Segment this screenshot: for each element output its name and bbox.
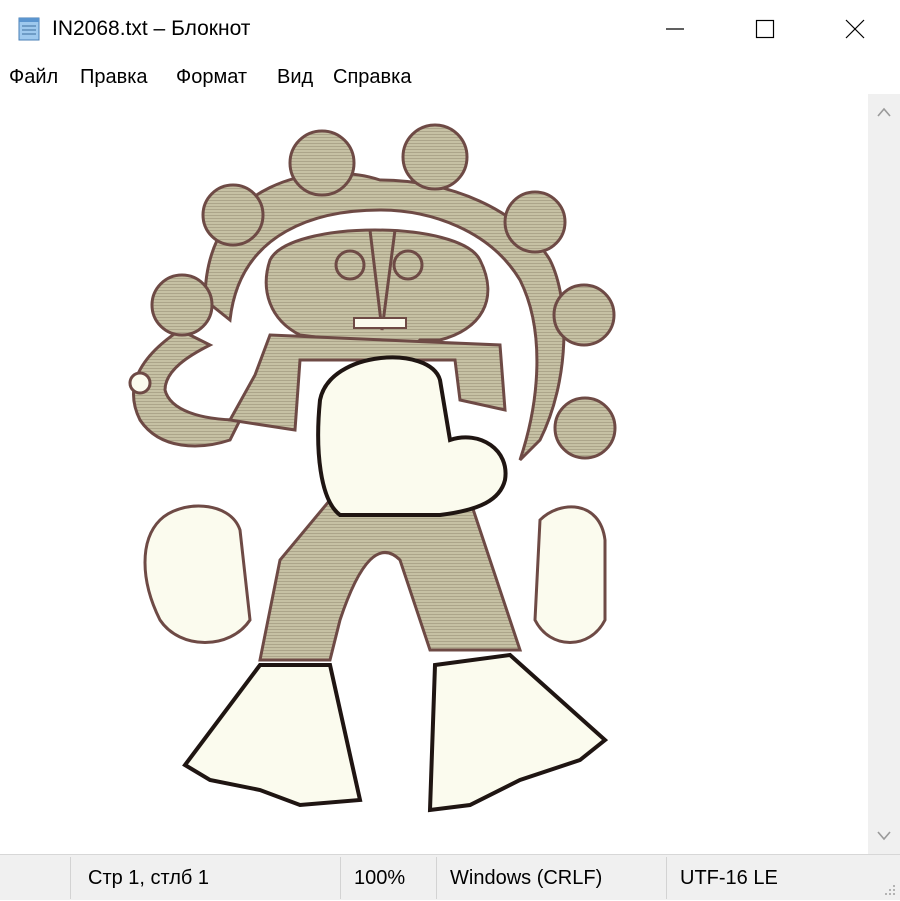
menu-item-file[interactable]: Файл bbox=[9, 64, 58, 90]
scroll-up-icon[interactable] bbox=[876, 106, 892, 118]
text-art-figure bbox=[128, 123, 617, 813]
status-divider bbox=[340, 857, 341, 899]
maximize-button[interactable] bbox=[720, 0, 810, 58]
menu-item-format[interactable]: Формат bbox=[176, 64, 247, 90]
minimize-button[interactable] bbox=[630, 0, 720, 58]
notepad-icon bbox=[18, 17, 40, 41]
status-divider bbox=[666, 857, 667, 899]
close-button[interactable] bbox=[810, 0, 900, 58]
minimize-icon bbox=[666, 28, 684, 30]
scroll-down-icon[interactable] bbox=[876, 830, 892, 842]
status-encoding: UTF-16 LE bbox=[680, 867, 778, 889]
maximize-icon bbox=[755, 19, 775, 39]
menu-item-help[interactable]: Справка bbox=[333, 64, 411, 90]
close-icon bbox=[845, 19, 865, 39]
vertical-scrollbar[interactable] bbox=[868, 94, 900, 854]
status-divider bbox=[436, 857, 437, 899]
menu-item-edit[interactable]: Правка bbox=[80, 64, 148, 90]
menu-item-view[interactable]: Вид bbox=[277, 64, 313, 90]
text-editor-area[interactable] bbox=[0, 94, 868, 854]
window-title: IN2068.txt – Блокнот bbox=[52, 17, 251, 40]
status-line-ending: Windows (CRLF) bbox=[450, 867, 603, 889]
status-bar: Стр 1, стлб 1 100% Windows (CRLF) UTF-16… bbox=[0, 854, 900, 900]
status-cursor-position: Стр 1, стлб 1 bbox=[88, 867, 210, 889]
resize-grip-icon[interactable] bbox=[884, 884, 896, 896]
title-bar[interactable]: IN2068.txt – Блокнот bbox=[0, 0, 900, 58]
status-zoom: 100% bbox=[354, 867, 406, 889]
status-divider bbox=[70, 857, 71, 899]
menu-bar: Файл Правка Формат Вид Справка bbox=[0, 58, 900, 94]
